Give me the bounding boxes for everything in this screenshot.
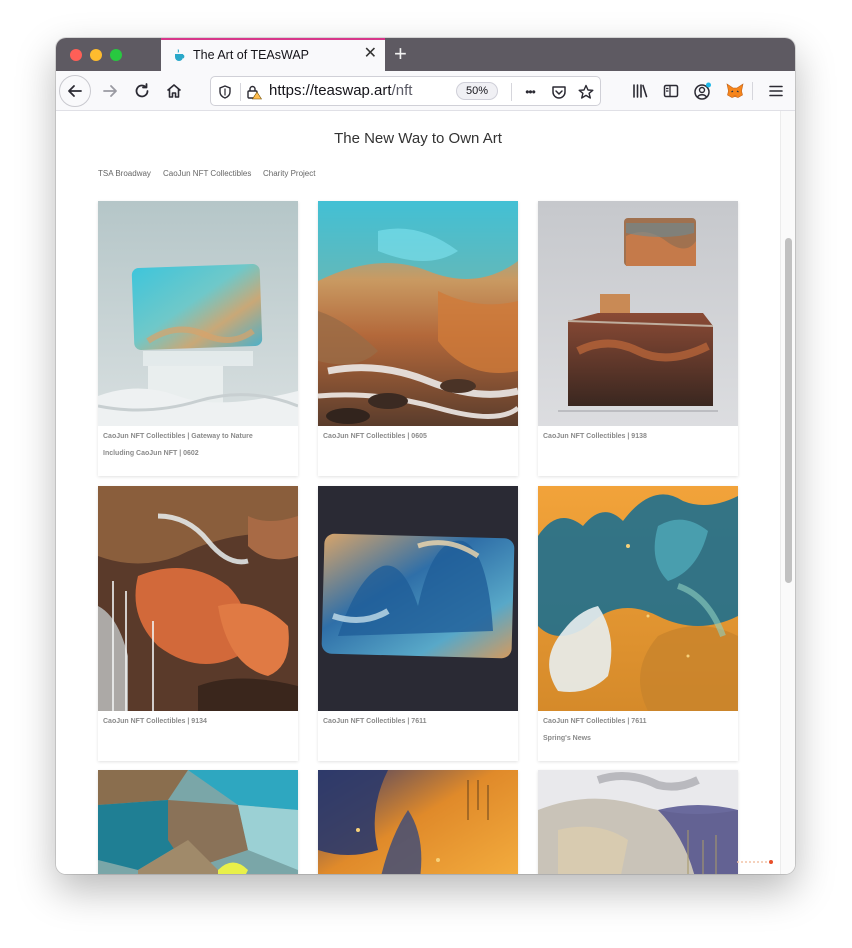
nft-card-title: CaoJun NFT Collectibles | 0605 bbox=[323, 433, 427, 440]
lock-warning-icon bbox=[247, 85, 262, 100]
category-link-caojun-nft[interactable]: CaoJun NFT Collectibles bbox=[163, 169, 251, 178]
nft-card-subtitle: Spring's News bbox=[543, 735, 591, 742]
reload-icon bbox=[135, 83, 149, 98]
nft-card[interactable]: CaoJun NFT Collectibles | 7611 bbox=[318, 486, 518, 761]
nft-card[interactable] bbox=[318, 770, 518, 874]
nft-artwork-image[interactable] bbox=[318, 201, 518, 426]
nft-artwork-image[interactable] bbox=[318, 770, 518, 874]
back-button[interactable] bbox=[59, 75, 91, 107]
nft-card-title: CaoJun NFT Collectibles | 7611 bbox=[323, 718, 427, 725]
home-button[interactable] bbox=[160, 77, 188, 105]
home-icon bbox=[166, 84, 182, 98]
pocket-icon bbox=[552, 86, 566, 99]
account-button[interactable] bbox=[689, 77, 717, 105]
nft-artwork-image[interactable] bbox=[538, 201, 738, 426]
toolbar-separator bbox=[752, 82, 753, 100]
nft-card[interactable]: CaoJun NFT Collectibles | 9138 bbox=[538, 201, 738, 476]
nft-artwork-image[interactable] bbox=[538, 486, 738, 711]
tracking-protection-button[interactable] bbox=[216, 83, 234, 101]
category-link-tsa-broadway[interactable]: TSA Broadway bbox=[98, 169, 151, 178]
nft-artwork-image[interactable] bbox=[98, 201, 298, 426]
nft-card-title: CaoJun NFT Collectibles | Gateway to Nat… bbox=[103, 433, 253, 440]
nft-card[interactable]: CaoJun NFT Collectibles | Gateway to Nat… bbox=[98, 201, 298, 476]
navigation-toolbar: https://teaswap.art/nft 50% ••• bbox=[56, 71, 795, 111]
tab-close-button[interactable]: ✕ bbox=[364, 45, 377, 63]
tab-teaswap[interactable]: The Art of TEAsWAP ✕ bbox=[161, 38, 385, 71]
scrollbar-thumb[interactable] bbox=[785, 238, 792, 583]
page-actions-button[interactable]: ••• bbox=[521, 83, 539, 101]
nft-card[interactable] bbox=[538, 770, 738, 874]
page-viewport[interactable]: The New Way to Own Art TSA Broadway CaoJ… bbox=[56, 111, 795, 874]
page-title: The New Way to Own Art bbox=[334, 130, 502, 147]
close-window-button[interactable] bbox=[70, 49, 82, 61]
nft-card[interactable]: CaoJun NFT Collectibles | 0605 bbox=[318, 201, 518, 476]
url-separator bbox=[240, 83, 241, 101]
shield-icon bbox=[219, 85, 231, 99]
page-scrollbar[interactable] bbox=[780, 111, 795, 874]
pocket-button[interactable] bbox=[550, 83, 568, 101]
zoom-level-button[interactable]: 50% bbox=[456, 82, 498, 100]
nft-artwork-image[interactable] bbox=[98, 486, 298, 711]
address-bar[interactable]: https://teaswap.art/nft 50% ••• bbox=[210, 76, 601, 106]
nft-card[interactable]: CaoJun NFT Collectibles | 7611 Spring's … bbox=[538, 486, 738, 761]
category-link-charity[interactable]: Charity Project bbox=[263, 169, 315, 178]
new-tab-button[interactable]: + bbox=[394, 41, 407, 67]
site-security-button[interactable] bbox=[245, 83, 263, 101]
library-icon bbox=[633, 84, 648, 98]
nft-card[interactable]: CaoJun NFT Collectibles | 9134 bbox=[98, 486, 298, 761]
metamask-extension-button[interactable] bbox=[721, 77, 749, 105]
forward-arrow-icon bbox=[103, 85, 117, 97]
bookmark-button[interactable] bbox=[577, 83, 595, 101]
teacup-favicon-icon bbox=[175, 49, 185, 61]
browser-window: The Art of TEAsWAP ✕ + https://teaswap.a… bbox=[56, 38, 795, 874]
back-arrow-icon bbox=[68, 85, 82, 97]
url-separator bbox=[511, 83, 512, 101]
sidebar-button[interactable] bbox=[657, 77, 685, 105]
app-menu-button[interactable] bbox=[762, 77, 790, 105]
nft-artwork-image[interactable] bbox=[98, 770, 298, 874]
loading-indicator bbox=[737, 860, 773, 864]
nft-card[interactable] bbox=[98, 770, 298, 874]
zoom-window-button[interactable] bbox=[110, 49, 122, 61]
nft-card-subtitle: Including CaoJun NFT | 0602 bbox=[103, 450, 199, 457]
forward-button[interactable] bbox=[96, 77, 124, 105]
hamburger-menu-icon bbox=[769, 85, 783, 97]
reload-button[interactable] bbox=[128, 77, 156, 105]
nft-card-title: CaoJun NFT Collectibles | 9138 bbox=[543, 433, 647, 440]
nft-artwork-image[interactable] bbox=[538, 770, 738, 874]
metamask-fox-icon bbox=[726, 83, 744, 98]
nft-card-title: CaoJun NFT Collectibles | 9134 bbox=[103, 718, 207, 725]
tab-bar: The Art of TEAsWAP ✕ + bbox=[56, 38, 795, 71]
sidebar-icon bbox=[663, 84, 679, 98]
nft-artwork-image[interactable] bbox=[318, 486, 518, 711]
account-icon bbox=[694, 82, 711, 100]
bookmark-star-icon bbox=[578, 84, 594, 99]
tab-title: The Art of TEAsWAP bbox=[193, 48, 310, 62]
url-path: /nft bbox=[391, 82, 413, 99]
url-text[interactable]: https://teaswap.art/nft bbox=[269, 82, 412, 99]
url-host: https://teaswap.art bbox=[269, 82, 392, 99]
nft-card-title: CaoJun NFT Collectibles | 7611 bbox=[543, 718, 647, 725]
minimize-window-button[interactable] bbox=[90, 49, 102, 61]
library-button[interactable] bbox=[626, 77, 654, 105]
